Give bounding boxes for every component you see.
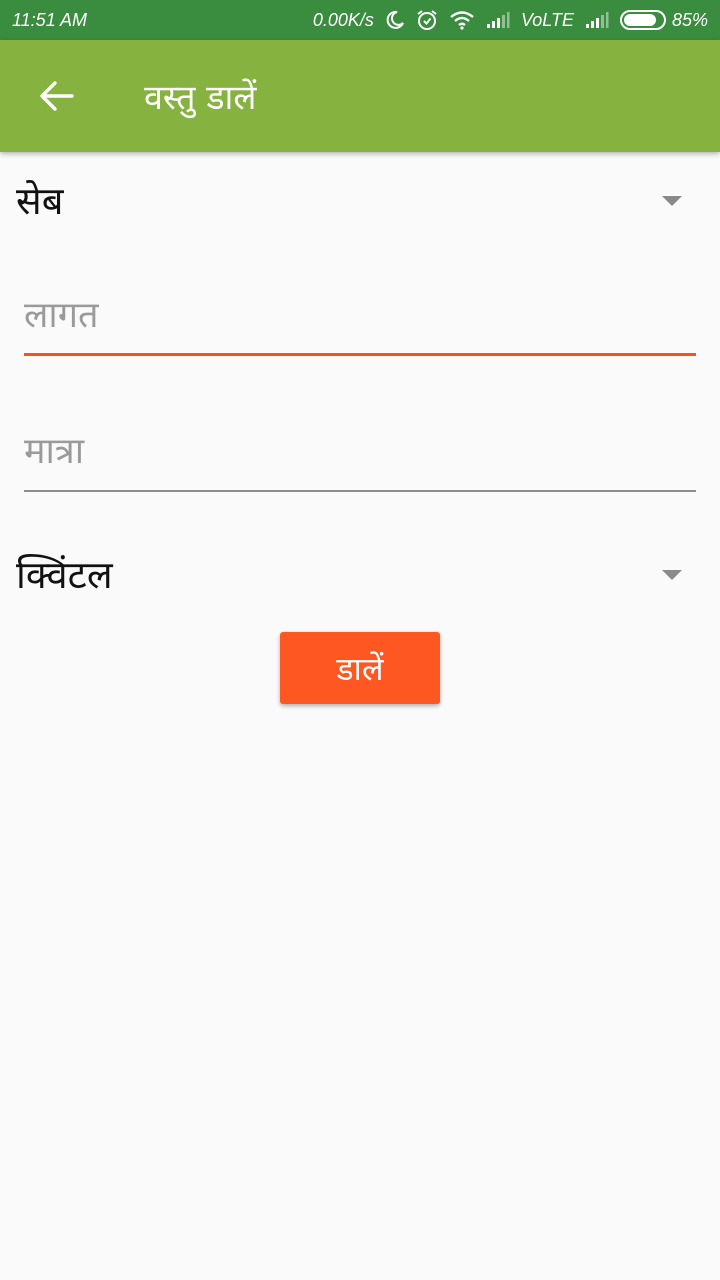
app-bar: वस्तु डालें: [0, 40, 720, 152]
battery-percent: 85%: [671, 9, 708, 30]
crop-dropdown[interactable]: सेब: [0, 160, 720, 240]
back-button[interactable]: [28, 70, 84, 122]
crop-dropdown-value: सेब: [16, 179, 64, 223]
battery-indicator: 85%: [619, 9, 708, 31]
arrow-left-icon: [40, 81, 74, 111]
moon-icon: [385, 10, 405, 30]
cost-input[interactable]: [24, 280, 696, 356]
quantity-field-container: [24, 416, 696, 492]
status-bar: 11:51 AM 0.00K/s VoLTE 85%: [0, 0, 720, 40]
cost-underline: [24, 353, 696, 356]
battery-fill: [623, 14, 657, 26]
battery-icon: [619, 10, 666, 30]
unit-dropdown-value: क्विंटल: [16, 553, 113, 597]
wifi-icon: [449, 10, 475, 30]
dropdown-arrow-icon: [662, 570, 682, 580]
page-title: वस्तु डालें: [144, 78, 257, 118]
quantity-input[interactable]: [24, 416, 696, 492]
signal-icon: [585, 11, 609, 29]
add-button[interactable]: डालें: [280, 632, 440, 704]
network-speed: 0.00K/s: [312, 9, 374, 30]
network-type: VoLTE: [520, 9, 574, 30]
quantity-underline: [24, 490, 696, 492]
dropdown-arrow-icon: [662, 196, 682, 206]
signal-icon: [486, 11, 510, 29]
alarm-icon: [416, 9, 438, 31]
unit-dropdown[interactable]: क्विंटल: [0, 534, 720, 614]
status-time: 11:51 AM: [12, 9, 88, 30]
cost-field-container: [24, 280, 696, 356]
status-indicators: 0.00K/s VoLTE 85%: [313, 9, 708, 31]
